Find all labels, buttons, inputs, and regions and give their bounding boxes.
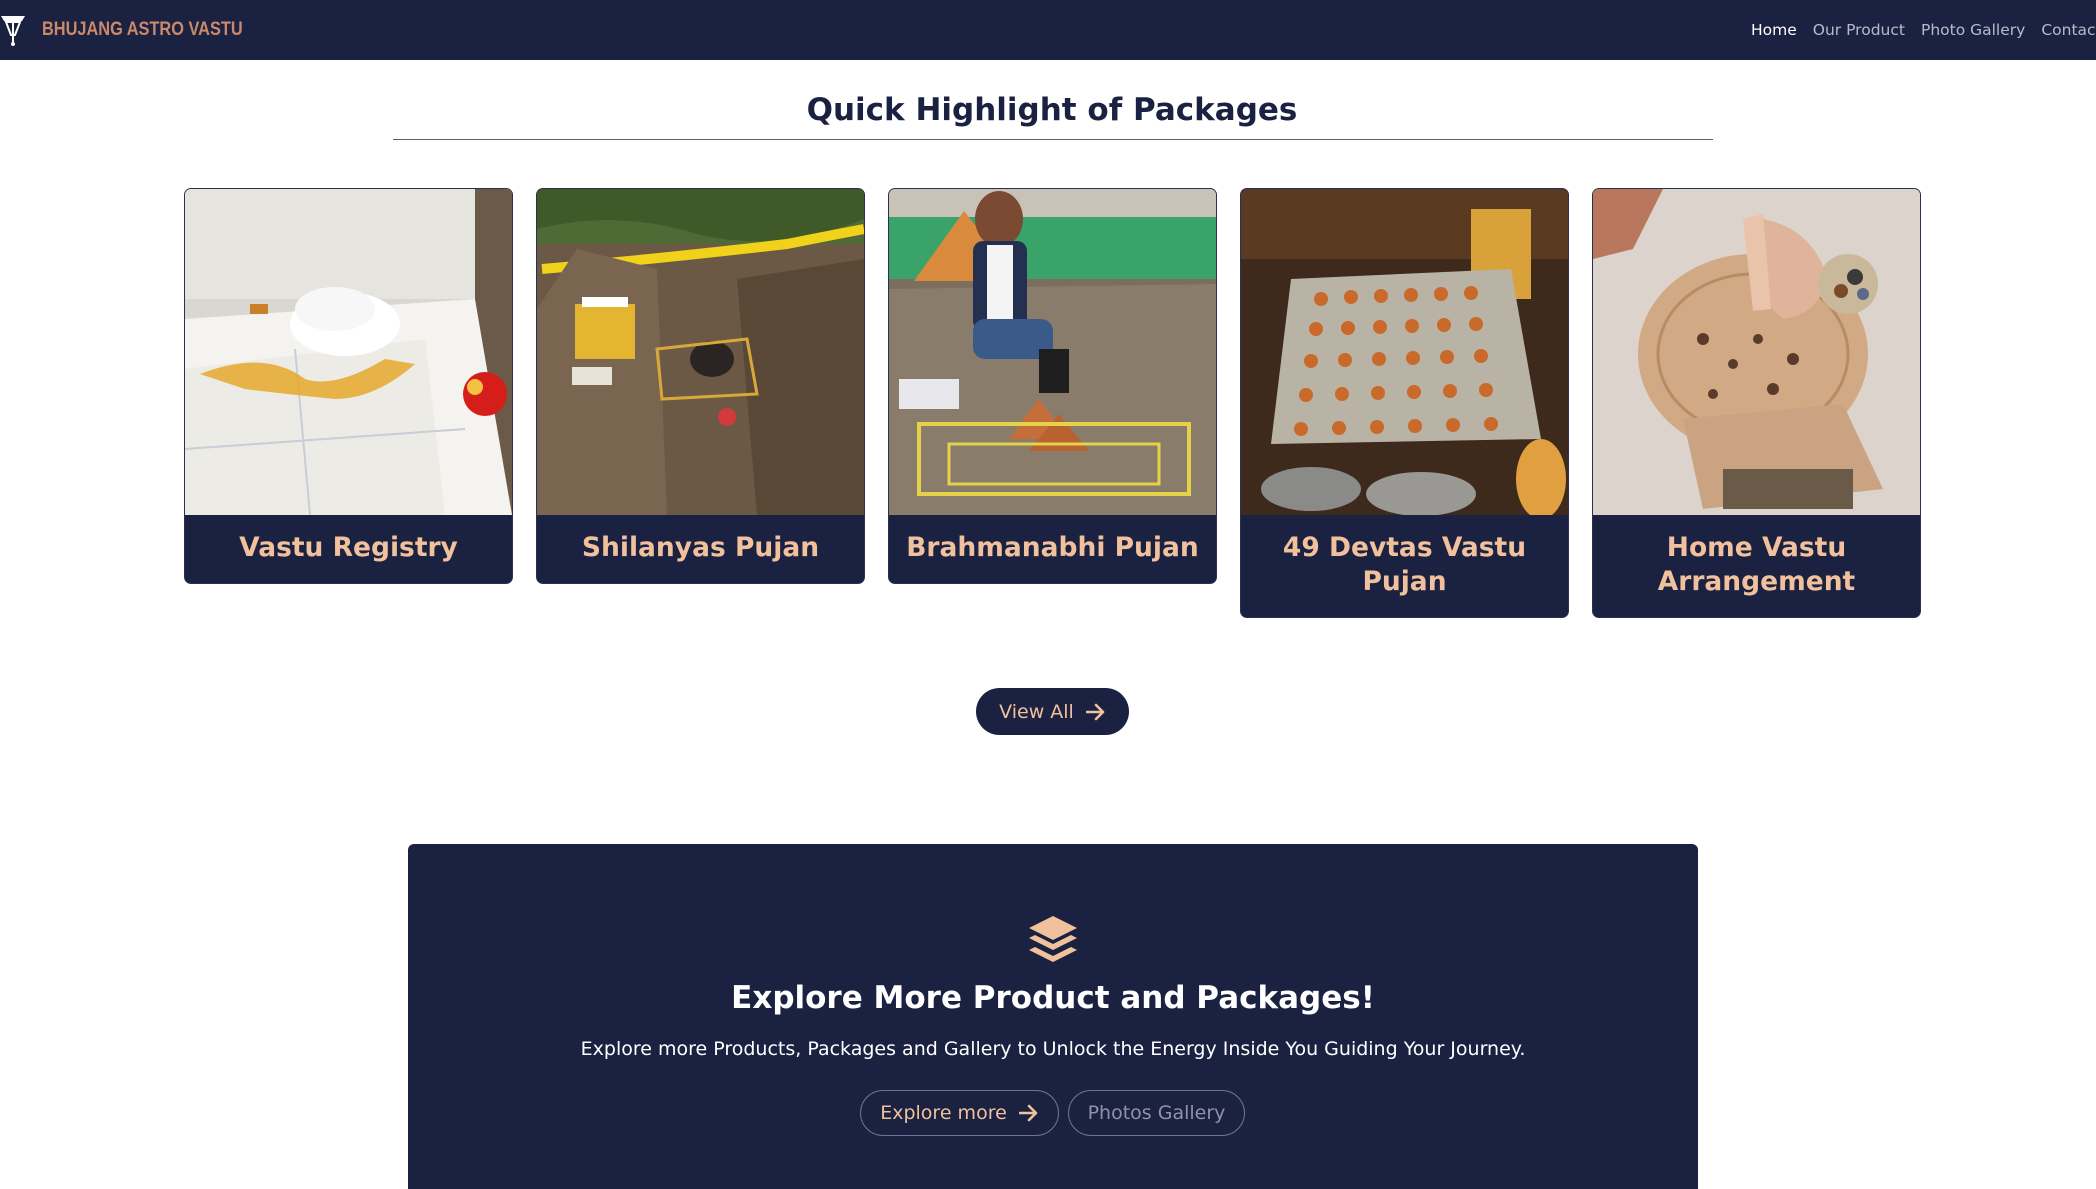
photos-gallery-button[interactable]: Photos Gallery bbox=[1068, 1090, 1245, 1136]
package-card-home-vastu-arrangement[interactable]: Home Vastu Arrangement bbox=[1593, 189, 1920, 617]
arrow-right-icon bbox=[1018, 1104, 1038, 1122]
view-all-label: View All bbox=[999, 700, 1074, 723]
nav-contact-us[interactable]: Contact Us bbox=[2041, 21, 2096, 39]
card-title: Shilanyas Pujan bbox=[581, 532, 820, 563]
nav-our-product[interactable]: Our Product bbox=[1813, 21, 1905, 39]
card-title: Vastu Registry bbox=[239, 532, 458, 563]
section-title: Quick Highlight of Packages bbox=[806, 92, 1298, 128]
package-card-brahmanabhi-pujan[interactable]: Brahmanabhi Pujan bbox=[889, 189, 1216, 583]
home-vastu-arrangement-photo bbox=[1593, 189, 1920, 515]
explore-title: Explore More Product and Packages! bbox=[731, 980, 1375, 1016]
arrow-right-icon bbox=[1085, 703, 1105, 720]
nav-home[interactable]: Home bbox=[1751, 21, 1797, 39]
logo-icon bbox=[1, 16, 25, 46]
shilanyas-pujan-photo bbox=[537, 189, 864, 515]
card-title: Brahmanabhi Pujan bbox=[906, 532, 1199, 563]
view-all-button[interactable]: View All bbox=[976, 688, 1129, 735]
photos-gallery-label: Photos Gallery bbox=[1087, 1102, 1226, 1124]
card-title: Home Vastu Arrangement bbox=[1657, 532, 1856, 597]
brand[interactable]: BHUJANG ASTRO VASTU bbox=[0, 0, 275, 60]
nav-links: Home Our Product Photo Gallery Contact U… bbox=[1751, 0, 2096, 60]
explore-description: Explore more Products, Packages and Gall… bbox=[580, 1038, 1526, 1060]
brahmanabhi-pujan-photo bbox=[889, 189, 1216, 515]
explore-panel: Explore More Product and Packages! Explo… bbox=[408, 844, 1698, 1189]
layers-icon bbox=[1029, 916, 1077, 962]
package-card-49-devtas-vastu-pujan[interactable]: 49 Devtas Vastu Pujan bbox=[1241, 189, 1568, 617]
explore-more-button[interactable]: Explore more bbox=[860, 1090, 1059, 1136]
nav-photo-gallery[interactable]: Photo Gallery bbox=[1921, 21, 2025, 39]
devtas-vastu-pujan-photo bbox=[1241, 189, 1568, 515]
explore-more-label: Explore more bbox=[880, 1102, 1007, 1124]
package-card-vastu-registry[interactable]: Vastu Registry bbox=[185, 189, 512, 583]
navbar: BHUJANG ASTRO VASTU Home Our Product Pho… bbox=[0, 0, 2096, 60]
package-card-shilanyas-pujan[interactable]: Shilanyas Pujan bbox=[537, 189, 864, 583]
card-title: 49 Devtas Vastu Pujan bbox=[1282, 532, 1527, 597]
title-divider bbox=[393, 139, 1713, 140]
brand-name: BHUJANG ASTRO VASTU bbox=[42, 19, 243, 40]
vastu-registry-photo bbox=[185, 189, 512, 515]
